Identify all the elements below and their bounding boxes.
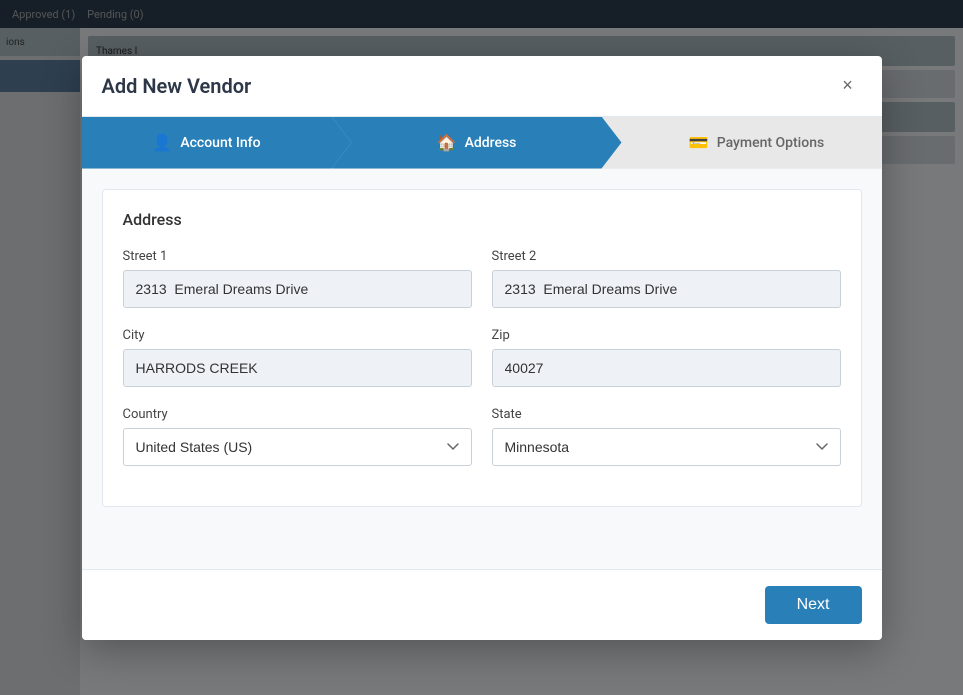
next-button[interactable]: Next: [765, 586, 862, 624]
step-payment-options[interactable]: 💳 Payment Options: [602, 117, 882, 169]
state-label: State: [492, 407, 841, 422]
street1-group: Street 1: [123, 249, 472, 308]
city-zip-row: City Zip: [123, 328, 841, 387]
street-row: Street 1 Street 2: [123, 249, 841, 308]
zip-label: Zip: [492, 328, 841, 343]
account-info-icon: 👤: [152, 133, 172, 152]
country-group: Country United States (US) Canada United…: [123, 407, 472, 466]
payment-icon: 💳: [689, 133, 709, 152]
modal-title: Add New Vendor: [102, 74, 252, 98]
street2-group: Street 2: [492, 249, 841, 308]
street1-input[interactable]: [123, 270, 472, 308]
modal-body: Address Street 1 Street 2 City: [82, 169, 882, 569]
stepper: 👤 Account Info 🏠 Address 💳 Payment Optio…: [82, 117, 882, 169]
street1-label: Street 1: [123, 249, 472, 264]
city-label: City: [123, 328, 472, 343]
step-address[interactable]: 🏠 Address: [332, 117, 622, 169]
add-vendor-modal: Add New Vendor × 👤 Account Info 🏠 Addres…: [82, 56, 882, 640]
modal-footer: Next: [82, 569, 882, 640]
country-label: Country: [123, 407, 472, 422]
address-form-card: Address Street 1 Street 2 City: [102, 189, 862, 507]
country-select[interactable]: United States (US) Canada United Kingdom: [123, 428, 472, 466]
city-group: City: [123, 328, 472, 387]
modal-header: Add New Vendor ×: [82, 56, 882, 117]
state-group: State Minnesota Alabama Alaska Californi…: [492, 407, 841, 466]
step-address-label: Address: [465, 135, 517, 151]
street2-label: Street 2: [492, 249, 841, 264]
country-state-row: Country United States (US) Canada United…: [123, 407, 841, 466]
address-icon: 🏠: [437, 133, 457, 152]
step-account-info-label: Account Info: [180, 135, 260, 151]
modal-close-button[interactable]: ×: [834, 72, 862, 100]
zip-group: Zip: [492, 328, 841, 387]
street2-input[interactable]: [492, 270, 841, 308]
modal-backdrop: Add New Vendor × 👤 Account Info 🏠 Addres…: [0, 0, 963, 695]
step-account-info[interactable]: 👤 Account Info: [82, 117, 352, 169]
city-input[interactable]: [123, 349, 472, 387]
zip-input[interactable]: [492, 349, 841, 387]
state-select[interactable]: Minnesota Alabama Alaska California Colo…: [492, 428, 841, 466]
step-payment-label: Payment Options: [717, 135, 824, 151]
form-section-title: Address: [123, 210, 841, 229]
